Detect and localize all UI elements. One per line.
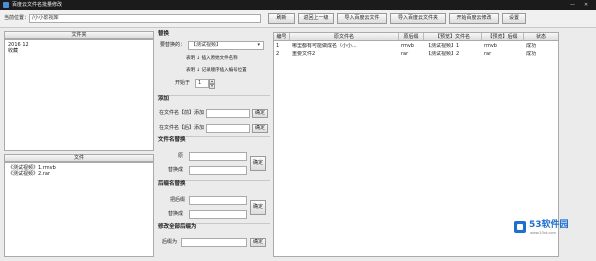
watermark-name: 53软件园	[529, 220, 569, 230]
cell-preview-ext: rar	[484, 51, 492, 57]
rename-confirm-button[interactable]: 确定	[250, 156, 266, 171]
ext-confirm-button[interactable]: 确定	[250, 200, 266, 215]
cell-number: 2	[276, 51, 280, 57]
find-input[interactable]: 【测试视频】 ▾	[188, 41, 264, 50]
start-number-input[interactable]: 1	[195, 79, 209, 88]
rename-original-label: 原	[178, 153, 184, 159]
find-value: 【测试视频】	[191, 42, 222, 48]
ext-replace-input[interactable]	[189, 210, 247, 219]
rename-all-section-title: 修改全部后缀为	[158, 224, 197, 230]
rename-all-confirm-button[interactable]: 确定	[250, 238, 266, 247]
rename-section-title: 文件名替换	[158, 137, 186, 143]
location-label: 当前位置：	[4, 15, 30, 21]
column-header-status[interactable]: 状态	[524, 33, 558, 41]
minimize-button[interactable]: —	[570, 2, 575, 8]
window-title: 百度云文件名批量修改	[12, 2, 63, 8]
cell-preview-ext: rmvb	[484, 43, 497, 49]
app-icon	[3, 2, 9, 8]
folder-item[interactable]: 收藏	[8, 48, 18, 54]
folder-list[interactable]: 2016 12 收藏	[4, 39, 154, 151]
rename-replace-label: 替换成	[168, 167, 184, 173]
cell-preview-name: 【测试视频】2	[426, 51, 460, 57]
title-bar: 百度云文件名批量修改 — ✕	[0, 0, 596, 10]
rename-all-label: 后缀为	[162, 239, 178, 245]
start-label: 开始于	[175, 80, 191, 86]
ext-original-label: 把后缀	[170, 197, 186, 203]
folder-panel-header: 文件夹	[4, 31, 154, 39]
back-button[interactable]: 返回上一级	[298, 13, 334, 24]
add-back-input[interactable]	[206, 124, 250, 133]
add-front-confirm-button[interactable]: 确定	[252, 109, 268, 118]
start-modify-button[interactable]: 开始百度云修改	[449, 13, 499, 24]
file-list[interactable]: 《测试视频》1.rmvb 《测试视频》2.rar	[4, 162, 154, 257]
refresh-button[interactable]: 刷新	[268, 13, 295, 24]
cell-original-name: 重要文件2	[292, 51, 316, 57]
file-panel-header: 文件	[4, 154, 154, 162]
hint-sequence-number: 表明 ↓ 记录顺序插入编号位置	[186, 68, 247, 73]
ext-section-title: 后缀名替换	[158, 181, 186, 187]
rename-original-input[interactable]	[189, 152, 247, 161]
add-front-label: 在文件名【前】添加	[159, 110, 205, 116]
settings-button[interactable]: 设置	[502, 13, 526, 24]
stepper-down-icon[interactable]: ▾	[209, 84, 215, 89]
cell-original-name: 哪里都有可能做成名（小小...	[292, 43, 357, 49]
add-back-label: 在文件名【后】添加	[159, 125, 205, 131]
close-button[interactable]: ✕	[584, 2, 588, 8]
divider	[157, 95, 270, 96]
column-header-original-ext[interactable]: 原后缀	[399, 33, 424, 41]
toolbar: 当前位置： /小小影视库 刷新 返回上一级 导入百度云文件 导入百度云文件夹 开…	[0, 10, 596, 28]
cell-original-ext: rmvb	[401, 43, 414, 49]
location-input[interactable]: /小小影视库	[29, 14, 261, 23]
import-folder-button[interactable]: 导入百度云文件夹	[390, 13, 446, 24]
rename-replace-input[interactable]	[189, 166, 247, 175]
dropdown-arrow-icon[interactable]: ▾	[257, 42, 260, 48]
import-files-button[interactable]: 导入百度云文件	[337, 13, 387, 24]
ext-original-input[interactable]	[189, 196, 247, 205]
column-header-original-name[interactable]: 原文件名	[290, 33, 399, 41]
file-item[interactable]: 《测试视频》2.rar	[8, 171, 50, 177]
add-section-title: 添加	[158, 96, 170, 102]
column-header-number[interactable]: 编号	[274, 33, 290, 41]
replace-section-title: 替换	[158, 31, 170, 37]
watermark-url: www.53xt.com	[530, 231, 556, 235]
column-header-preview-name[interactable]: 【预览】文件名	[424, 33, 482, 41]
cell-original-ext: rar	[401, 51, 409, 57]
cell-status: 成功	[526, 51, 537, 57]
ext-replace-label: 替换成	[168, 211, 184, 217]
watermark-logo-icon	[514, 221, 526, 233]
cell-preview-name: 【测试视频】1	[426, 43, 460, 49]
add-front-input[interactable]	[206, 109, 250, 118]
hint-original-name: 表明 ↓ 插入原始文件名称	[186, 56, 238, 61]
cell-status: 成功	[526, 43, 537, 49]
add-back-confirm-button[interactable]: 确定	[252, 124, 268, 133]
rename-all-input[interactable]	[181, 238, 247, 247]
find-label: 要替换的：	[160, 42, 186, 48]
column-header-preview-ext[interactable]: 【预览】后缀	[482, 33, 524, 41]
cell-number: 1	[276, 43, 280, 49]
